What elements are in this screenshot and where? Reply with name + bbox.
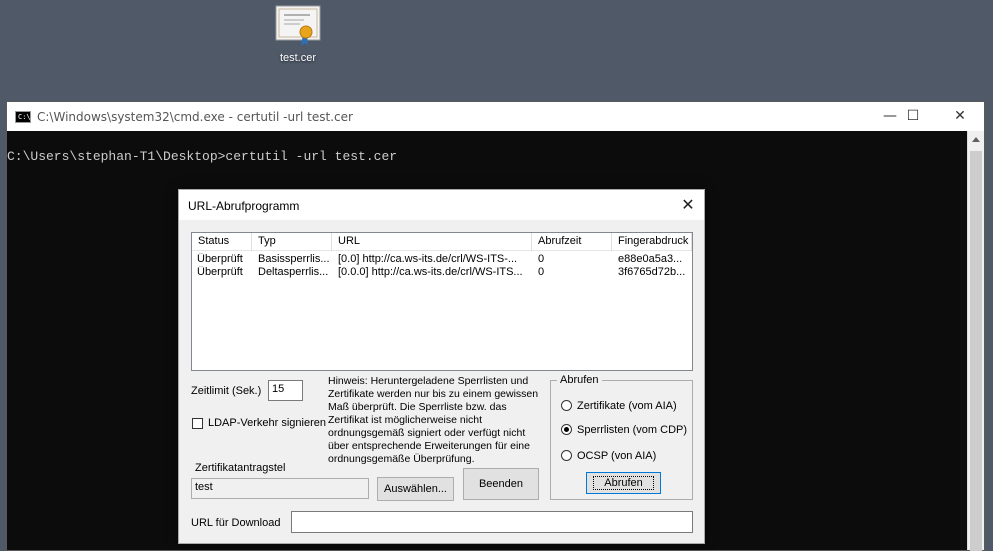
console-line: C:\Users\stephan-T1\Desktop>certutil -ur… [7, 149, 398, 164]
column-url[interactable]: URL [332, 233, 532, 251]
cmd-app-icon: C:\ [15, 111, 31, 123]
download-url-label: URL für Download [191, 517, 281, 529]
cert-request-label: Zertifikatantragstel [195, 462, 286, 474]
row-url: [0.0] http://ca.ws-its.de/crl/WS-ITS-... [338, 253, 518, 265]
scroll-thumb[interactable] [970, 151, 982, 551]
dialog-close-button[interactable]: ✕ [676, 193, 700, 217]
table-row[interactable]: Überprüft Basissperrlis... [0.0] http://… [192, 253, 692, 266]
column-type[interactable]: Typ [252, 233, 332, 251]
dialog-title-bar[interactable]: URL-Abrufprogramm ✕ [179, 190, 704, 220]
retrieve-button-label: Abrufen [593, 476, 654, 490]
cmd-title-bar[interactable]: C:\ C:\Windows\system32\cmd.exe - certut… [7, 102, 984, 131]
desktop-icon-test-cer[interactable]: test.cer [262, 4, 334, 64]
radio-ocsp-label[interactable]: OCSP (von AIA) [577, 450, 656, 462]
close-button[interactable]: ✕ [937, 102, 983, 131]
list-header: Status Typ URL Abrufzeit Fingerabdruck [192, 233, 692, 251]
hint-text: Hinweis: Heruntergeladene Sperrlisten un… [328, 375, 539, 465]
column-fingerprint[interactable]: Fingerabdruck [612, 233, 692, 251]
select-button[interactable]: Auswählen... [377, 477, 454, 501]
radio-crls[interactable] [561, 424, 572, 435]
finish-button[interactable]: Beenden [463, 468, 539, 500]
certificate-icon [275, 5, 321, 46]
console-scrollbar[interactable] [967, 131, 984, 551]
timeout-input[interactable]: 15 [268, 380, 303, 401]
row-fetch-time: 0 [538, 253, 545, 265]
radio-crls-label[interactable]: Sperrlisten (vom CDP) [577, 424, 687, 436]
row-fingerprint: e88e0a5a3... [618, 253, 683, 265]
row-status: Überprüft [197, 253, 243, 265]
ldap-sign-checkbox[interactable] [192, 418, 203, 429]
dialog-title: URL-Abrufprogramm [188, 199, 300, 213]
retrieve-button[interactable]: Abrufen [586, 472, 661, 494]
radio-certificates[interactable] [561, 400, 572, 411]
url-retrieval-dialog: URL-Abrufprogramm ✕ Status Typ URL Abruf… [178, 189, 705, 544]
row-fingerprint: 3f6765d72b... [618, 266, 686, 278]
timeout-label: Zeitlimit (Sek.) [191, 385, 262, 397]
radio-certificates-label[interactable]: Zertifikate (vom AIA) [577, 400, 677, 412]
retrieve-group-title: Abrufen [557, 374, 602, 386]
table-row[interactable]: Überprüft Deltasperrlis... [0.0.0] http:… [192, 266, 692, 279]
desktop-icon-label: test.cer [279, 52, 317, 64]
url-list[interactable]: Status Typ URL Abrufzeit Fingerabdruck Ü… [191, 232, 693, 371]
column-status[interactable]: Status [192, 233, 252, 251]
row-type: Basissperrlis... [258, 253, 330, 265]
cmd-window-title: C:\Windows\system32\cmd.exe - certutil -… [37, 110, 353, 124]
row-type: Deltasperrlis... [258, 266, 329, 278]
cert-request-field[interactable]: test [191, 478, 369, 499]
row-fetch-time: 0 [538, 266, 545, 278]
row-url: [0.0.0] http://ca.ws-its.de/crl/WS-ITS..… [338, 266, 523, 278]
radio-ocsp[interactable] [561, 450, 572, 461]
column-fetch-time[interactable]: Abrufzeit [532, 233, 612, 251]
ldap-sign-label: LDAP-Verkehr signieren [208, 417, 327, 429]
row-status: Überprüft [197, 266, 243, 278]
scroll-up-arrow-icon[interactable] [972, 137, 980, 142]
maximize-button[interactable]: ☐ [890, 102, 936, 131]
download-url-input[interactable] [291, 511, 693, 533]
